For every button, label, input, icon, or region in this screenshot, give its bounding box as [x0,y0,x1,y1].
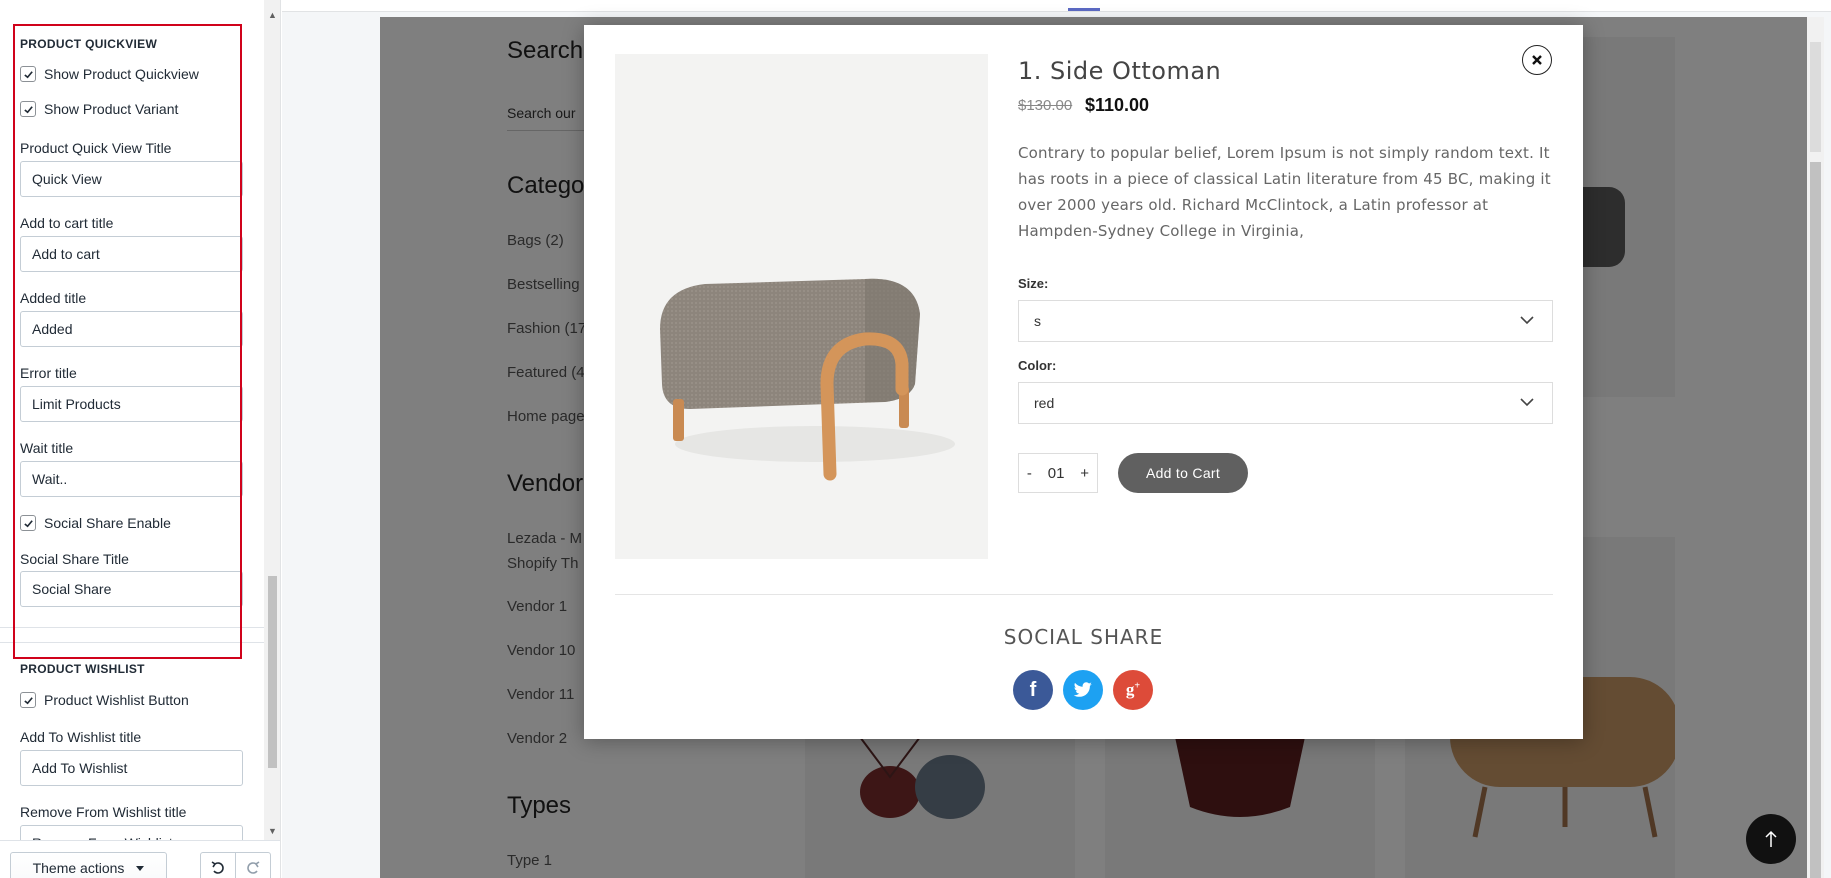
caret-down-icon [136,865,145,871]
social-share-title-label: Social Share Title [20,551,129,567]
quantity-decrease-button[interactable]: - [1027,465,1032,482]
size-label: Size: [1018,276,1049,291]
section-divider [0,642,264,643]
quantity-input[interactable]: 01 [1048,465,1065,482]
show-variant-label: Show Product Variant [44,101,179,117]
undo-icon [211,861,224,874]
section-title-wishlist: PRODUCT WISHLIST [20,662,145,676]
scroll-up-arrow-icon[interactable]: ▲ [267,10,278,21]
social-share-enable-label: Social Share Enable [44,515,171,531]
wishlist-button-checkbox[interactable]: Product Wishlist Button [20,692,189,708]
quantity-increase-button[interactable]: + [1080,465,1089,482]
close-modal-button[interactable] [1522,45,1552,75]
redo-button[interactable] [235,852,271,878]
add-to-wishlist-title-label: Add To Wishlist title [20,729,142,745]
social-share-enable-checkbox[interactable]: Social Share Enable [20,515,171,531]
back-to-top-button[interactable] [1746,814,1796,864]
sidebar-scrollbar[interactable]: ▲ ▼ [264,0,280,840]
sidebar-scrollbar-thumb[interactable] [268,576,277,768]
theme-settings-panel: PRODUCT QUICKVIEW Show Product Quickview… [0,0,281,878]
checkbox-checked-icon[interactable] [20,692,36,708]
color-label: Color: [1018,358,1057,373]
ottoman-illustration [660,278,955,481]
editor-top-bar [282,0,1831,12]
size-select-value: s [1034,313,1041,329]
added-title-input[interactable]: Added [20,311,243,347]
redo-icon [247,861,260,874]
added-title-label: Added title [20,290,87,306]
section-title-quickview: PRODUCT QUICKVIEW [20,37,158,51]
quantity-stepper: - 01 + [1018,453,1098,493]
color-select[interactable]: red [1018,382,1553,424]
settings-scroll-area: PRODUCT QUICKVIEW Show Product Quickview… [0,0,264,840]
twitter-share-button[interactable] [1063,670,1103,710]
add-to-wishlist-title-input[interactable]: Add To Wishlist [20,750,243,786]
product-price: $110.00 [1085,95,1150,115]
theme-actions-button[interactable]: Theme actions [10,852,167,878]
add-to-cart-title-label: Add to cart title [20,215,114,231]
wishlist-button-label: Product Wishlist Button [44,692,189,708]
close-icon [1532,55,1542,65]
preview-scrollbar[interactable] [1807,17,1824,878]
twitter-icon [1073,682,1092,697]
checkbox-checked-icon[interactable] [20,515,36,531]
checkbox-checked-icon[interactable] [20,66,36,82]
show-quickview-checkbox[interactable]: Show Product Quickview [20,66,199,82]
color-select-value: red [1034,395,1055,411]
social-share-title-input[interactable]: Social Share [20,571,243,607]
active-tab-indicator [1068,8,1100,11]
remove-from-wishlist-title-label: Remove From Wishlist title [20,804,187,820]
wait-title-label: Wait title [20,440,74,456]
product-description: Contrary to popular belief, Lorem Ipsum … [1018,144,1551,240]
undo-button[interactable] [200,852,236,878]
compare-at-price: $130.00 [1018,97,1073,114]
show-quickview-label: Show Product Quickview [44,66,199,82]
product-title: 1. Side Ottoman [1018,57,1222,85]
checkbox-checked-icon[interactable] [20,101,36,117]
chevron-down-icon [1520,316,1534,325]
add-to-cart-title-input[interactable]: Add to cart [20,236,243,272]
google-plus-icon: g+ [1125,680,1141,699]
section-divider [0,627,264,628]
wait-title-input[interactable]: Wait.. [20,461,243,497]
facebook-share-button[interactable]: f [1013,670,1053,710]
arrow-up-icon [1765,830,1777,847]
quickview-modal: 1. Side Ottoman $130.00 $110.00 Contrary… [584,25,1583,739]
scroll-down-arrow-icon[interactable]: ▼ [267,826,278,837]
chevron-down-icon [1520,398,1534,407]
theme-actions-label: Theme actions [32,860,125,876]
social-share-heading: SOCIAL SHARE [1003,625,1164,649]
product-image [615,54,988,559]
error-title-label: Error title [20,365,77,381]
preview-scrollbar-thumb[interactable] [1810,162,1821,878]
quickview-title-label: Product Quick View Title [20,140,172,156]
preview-scrollbar-track [1810,42,1821,152]
show-variant-checkbox[interactable]: Show Product Variant [20,101,178,117]
quickview-title-input[interactable]: Quick View [20,161,243,197]
google-plus-share-button[interactable]: g+ [1113,670,1153,710]
size-select[interactable]: s [1018,300,1553,342]
sidebar-footer: Theme actions [0,840,280,878]
facebook-icon: f [1029,678,1037,701]
error-title-input[interactable]: Limit Products [20,386,243,422]
add-to-cart-button[interactable]: Add to Cart [1118,453,1248,493]
remove-from-wishlist-title-input[interactable]: Remove From Wishlist [20,825,243,840]
modal-divider [615,594,1553,595]
